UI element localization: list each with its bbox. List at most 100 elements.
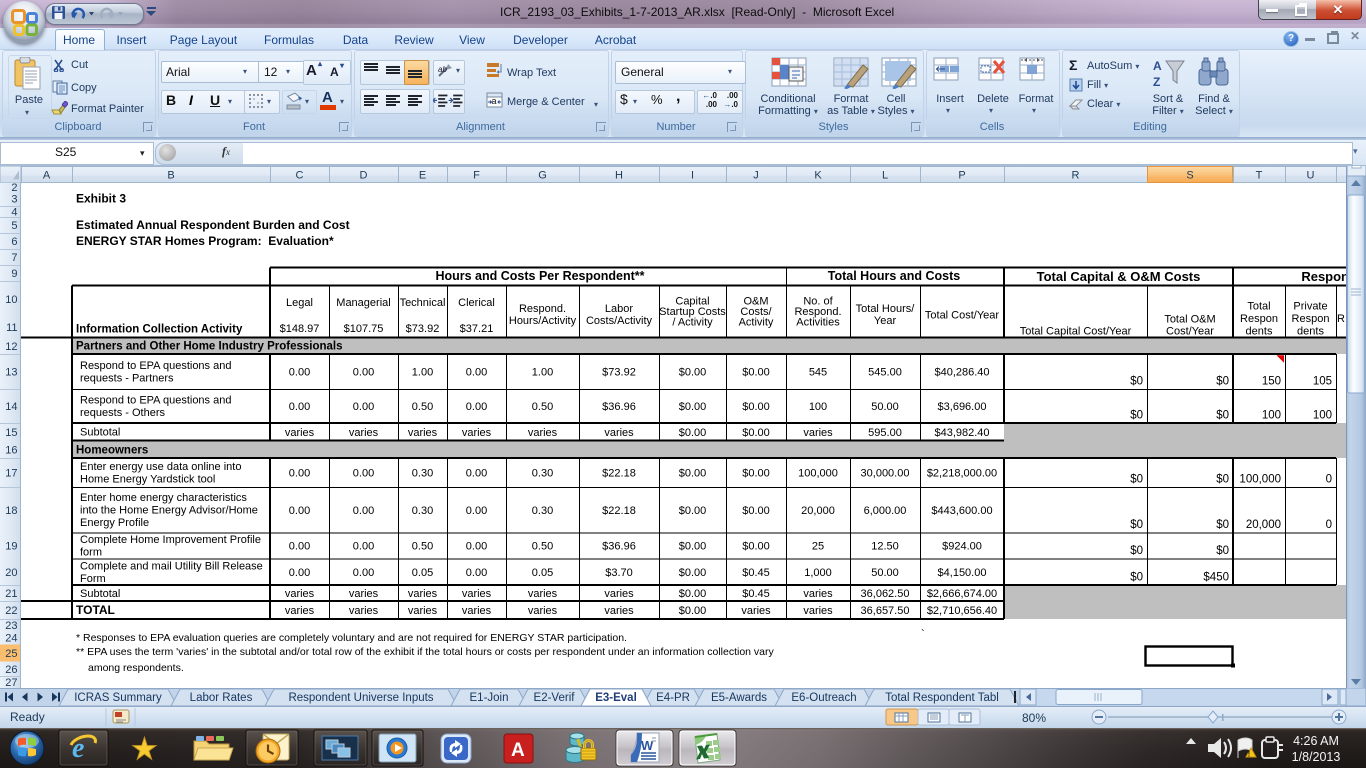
- svg-text:Private: Private: [1293, 301, 1327, 313]
- svg-text:$3,696.00: $3,696.00: [938, 401, 987, 413]
- svg-text:varies: varies: [285, 427, 315, 439]
- svg-text:50.00: 50.00: [871, 401, 899, 413]
- svg-text:6,000.00: 6,000.00: [864, 505, 907, 517]
- svg-text:36,062.50: 36,062.50: [861, 588, 910, 600]
- svg-text:$22.18: $22.18: [602, 468, 636, 480]
- svg-text:$0: $0: [1130, 572, 1143, 584]
- svg-text:Enter energy use data online i: Enter energy use data online into: [80, 461, 241, 473]
- svg-text:A: A: [1153, 59, 1162, 73]
- svg-text:$148.97: $148.97: [280, 323, 320, 335]
- svg-text:** EPA uses the term 'varies': ** EPA uses the term 'varies' in the sub…: [76, 646, 775, 658]
- svg-text:varies: varies: [349, 427, 379, 439]
- svg-text:27: 27: [5, 677, 17, 688]
- svg-text:0.00: 0.00: [466, 468, 487, 480]
- svg-text:545.00: 545.00: [868, 367, 902, 379]
- svg-text:$37.21: $37.21: [460, 323, 494, 335]
- svg-text:!: !: [1248, 750, 1251, 759]
- svg-text:$36.96: $36.96: [602, 541, 636, 553]
- svg-text:$73.92: $73.92: [602, 367, 636, 379]
- svg-text:0.30: 0.30: [532, 505, 553, 517]
- svg-text:varies: varies: [604, 588, 634, 600]
- svg-text:Labor: Labor: [605, 303, 633, 315]
- svg-text:W: W: [641, 738, 654, 753]
- svg-text:R: R: [1072, 170, 1080, 182]
- svg-text:11: 11: [6, 322, 17, 334]
- svg-text:$0: $0: [1216, 519, 1229, 531]
- svg-text:Respon: Respon: [1292, 313, 1330, 325]
- svg-text:E4-PR: E4-PR: [656, 692, 690, 704]
- svg-text:1.00: 1.00: [412, 367, 433, 379]
- svg-text:varies: varies: [462, 605, 492, 617]
- svg-text:`: `: [921, 629, 925, 641]
- svg-text:17: 17: [5, 468, 17, 480]
- svg-text:Hours/Activity: Hours/Activity: [509, 315, 577, 327]
- svg-text:21: 21: [5, 588, 17, 600]
- svg-text:7: 7: [11, 252, 17, 264]
- svg-text:$0: $0: [1216, 410, 1229, 422]
- svg-text:100,000: 100,000: [1239, 474, 1281, 486]
- svg-text:3: 3: [11, 193, 17, 205]
- svg-text:18: 18: [5, 505, 17, 517]
- svg-text:Exhibit 3: Exhibit 3: [76, 192, 126, 206]
- svg-text:Activities: Activities: [796, 317, 840, 329]
- svg-text:varies: varies: [408, 427, 438, 439]
- svg-text:0.00: 0.00: [289, 567, 310, 579]
- svg-text:into the Home Energy Advisor/H: into the Home Energy Advisor/Home: [80, 505, 258, 517]
- svg-text:0.50: 0.50: [532, 541, 553, 553]
- svg-text:$0.45: $0.45: [742, 588, 770, 600]
- svg-text:$0: $0: [1216, 376, 1229, 388]
- svg-text:Activity: Activity: [739, 317, 774, 329]
- svg-text:0.00: 0.00: [466, 541, 487, 553]
- svg-text:20,000: 20,000: [801, 505, 835, 517]
- svg-text:$22.18: $22.18: [602, 505, 636, 517]
- svg-text:80%: 80%: [1022, 711, 1046, 725]
- svg-text:24: 24: [5, 633, 17, 645]
- svg-text:100: 100: [809, 401, 827, 413]
- svg-text:0.00: 0.00: [289, 505, 310, 517]
- svg-text:varies: varies: [604, 605, 634, 617]
- svg-text:0.00: 0.00: [289, 468, 310, 480]
- svg-text:varies: varies: [462, 427, 492, 439]
- svg-text:$4,150.00: $4,150.00: [938, 567, 987, 579]
- svg-text:25: 25: [812, 541, 824, 553]
- svg-text:$40,286.40: $40,286.40: [934, 367, 989, 379]
- svg-text:Legal: Legal: [286, 297, 313, 309]
- svg-text:/ Activity: / Activity: [672, 317, 713, 329]
- svg-text:23: 23: [5, 620, 17, 632]
- svg-text:Costs/Activity: Costs/Activity: [586, 315, 653, 327]
- svg-text:I: I: [691, 170, 694, 182]
- svg-text:Total: Total: [1247, 301, 1270, 313]
- svg-text:4:26 AM: 4:26 AM: [1293, 734, 1339, 748]
- svg-text:$450: $450: [1203, 572, 1229, 584]
- svg-text:C: C: [296, 170, 304, 182]
- svg-text:1,000: 1,000: [804, 567, 832, 579]
- svg-text:Respondent Universe Inputs: Respondent Universe Inputs: [288, 692, 433, 704]
- svg-text:Ready: Ready: [10, 710, 45, 724]
- svg-text:26: 26: [5, 664, 17, 676]
- svg-text:G: G: [538, 170, 547, 182]
- svg-text:0.00: 0.00: [289, 401, 310, 413]
- svg-text:P: P: [958, 170, 965, 182]
- svg-text:$0.00: $0.00: [742, 427, 770, 439]
- svg-text:$924.00: $924.00: [942, 541, 982, 553]
- svg-text:$73.92: $73.92: [406, 323, 440, 335]
- svg-text:Respond to EPA questions and: Respond to EPA questions and: [80, 395, 231, 407]
- svg-text:$0.00: $0.00: [742, 541, 770, 553]
- svg-text:0.30: 0.30: [412, 468, 433, 480]
- svg-text:0.05: 0.05: [532, 567, 553, 579]
- svg-text:$0: $0: [1130, 545, 1143, 557]
- svg-text:Total Cost/Year: Total Cost/Year: [925, 310, 1000, 322]
- svg-text:varies: varies: [408, 588, 438, 600]
- svg-text:K: K: [814, 170, 822, 182]
- svg-text:0.50: 0.50: [412, 401, 433, 413]
- svg-text:150: 150: [1262, 376, 1281, 388]
- svg-text:J: J: [753, 170, 759, 182]
- svg-text:100: 100: [1262, 410, 1281, 422]
- svg-text:$107.75: $107.75: [344, 323, 384, 335]
- svg-text:varies: varies: [528, 588, 558, 600]
- svg-text:Respond.: Respond.: [519, 303, 566, 315]
- svg-text:0.00: 0.00: [466, 505, 487, 517]
- svg-text:Clerical: Clerical: [458, 297, 495, 309]
- svg-text:Hours and Costs Per Respondent: Hours and Costs Per Respondent**: [435, 269, 644, 283]
- svg-text:Home Energy Yardstick tool: Home Energy Yardstick tool: [80, 474, 215, 486]
